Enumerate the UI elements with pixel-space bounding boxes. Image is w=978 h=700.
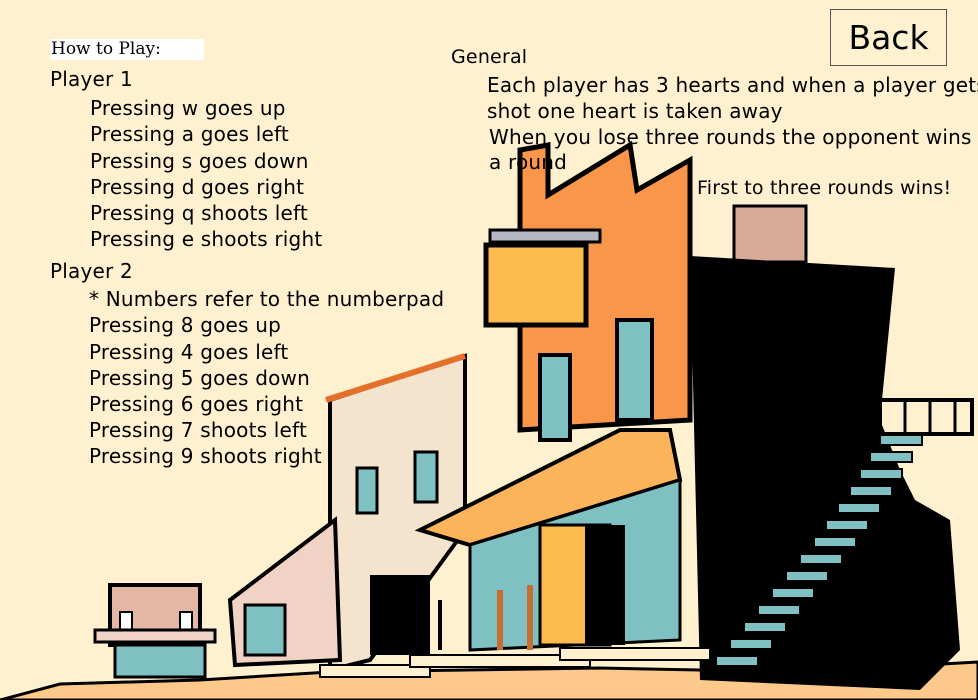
player2-control-up: Pressing 8 goes up [89,313,281,337]
player2-numberpad-note: * Numbers refer to the numberpad [89,287,445,311]
general-rule-rounds-line2: a round [489,150,568,174]
player2-control-shoot-right: Pressing 9 shoots right [89,444,322,468]
player1-control-down: Pressing s goes down [90,149,309,173]
player1-control-shoot-left: Pressing q shoots left [90,201,308,225]
player1-control-up: Pressing w goes up [90,96,286,120]
player2-control-shoot-left: Pressing 7 shoots left [89,418,307,442]
player1-heading: Player 1 [50,67,133,91]
player1-control-left: Pressing a goes left [90,122,289,146]
orange-building [483,140,693,442]
general-rule-hearts-line2: shot one heart is taken away [487,99,783,123]
general-rule-hearts-line1: Each player has 3 hearts and when a play… [487,73,978,97]
player2-control-right: Pressing 6 goes right [89,392,304,416]
black-warehouse [690,204,974,690]
pink-building [227,516,343,668]
general-rule-rounds-line1: When you lose three rounds the opponent … [489,125,972,149]
general-rule-win-condition: First to three rounds wins! [697,177,952,199]
player2-heading: Player 2 [50,259,133,283]
player2-control-down: Pressing 5 goes down [89,366,310,390]
player2-control-left: Pressing 4 goes left [89,340,289,364]
general-heading: General [451,46,528,68]
page-title: How to Play: [50,39,204,60]
cream-building [325,353,467,673]
player1-control-right: Pressing d goes right [90,175,305,199]
small-shack [93,583,217,679]
player1-control-shoot-right: Pressing e shoots right [90,227,323,251]
back-button[interactable]: Back [830,9,947,66]
